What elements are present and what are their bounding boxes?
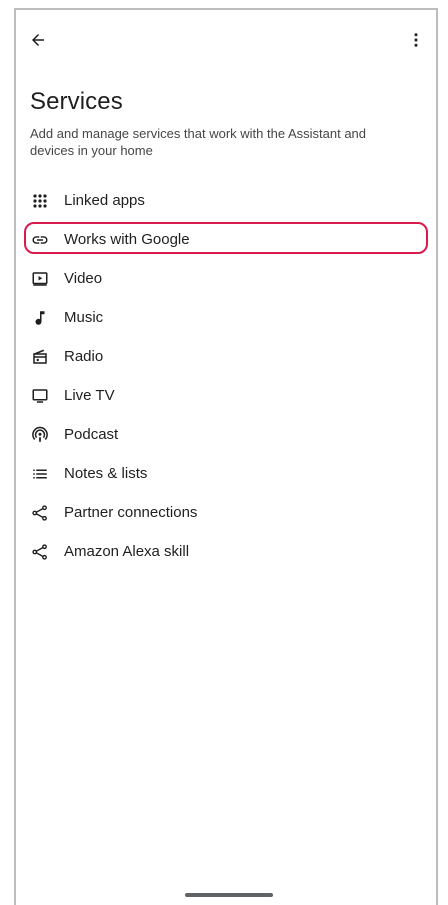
service-item-amazon-alexa-skill[interactable]: Amazon Alexa skill <box>16 532 436 571</box>
service-item-works-with-google[interactable]: Works with Google <box>16 220 436 259</box>
service-item-label: Podcast <box>64 426 119 443</box>
radio-icon <box>30 347 50 367</box>
screen: Services Add and manage services that wo… <box>16 10 436 905</box>
back-button[interactable] <box>18 22 58 62</box>
page-subtitle: Add and manage services that work with t… <box>30 126 367 158</box>
link-icon <box>30 230 50 250</box>
service-item-label: Radio <box>64 348 104 365</box>
podcast-icon <box>30 425 50 445</box>
service-item-label: Partner connections <box>64 504 198 521</box>
service-item-label: Video <box>64 270 103 287</box>
service-item-label: Amazon Alexa skill <box>64 543 190 560</box>
top-app-bar <box>16 10 436 74</box>
service-item-radio[interactable]: Radio <box>16 337 436 376</box>
video-icon <box>30 269 50 289</box>
service-item-video[interactable]: Video <box>16 259 436 298</box>
service-item-live-tv[interactable]: Live TV <box>16 376 436 415</box>
tv-icon <box>30 386 50 406</box>
device-frame: Services Add and manage services that wo… <box>0 0 448 905</box>
share-icon <box>30 503 50 523</box>
service-item-podcast[interactable]: Podcast <box>16 415 436 454</box>
more-options-button[interactable] <box>396 22 436 62</box>
music-note-icon <box>30 308 50 328</box>
service-item-linked-apps[interactable]: Linked apps <box>16 181 436 220</box>
service-item-label: Linked apps <box>64 192 145 209</box>
service-item-music[interactable]: Music <box>16 298 436 337</box>
services-list: Linked apps Works with Google Video Musi… <box>16 181 436 571</box>
page-title: Services <box>30 88 123 115</box>
share-icon <box>30 542 50 562</box>
service-item-label: Works with Google <box>64 231 190 248</box>
service-item-label: Live TV <box>64 387 115 404</box>
gesture-nav-bar[interactable] <box>185 893 273 897</box>
arrow-back-icon <box>29 31 47 54</box>
service-item-label: Music <box>64 309 104 326</box>
apps-grid-icon <box>30 191 50 211</box>
service-item-partner-connections[interactable]: Partner connections <box>16 493 436 532</box>
list-icon <box>30 464 50 484</box>
more-vert-icon <box>407 31 425 54</box>
service-item-label: Notes & lists <box>64 465 148 482</box>
service-item-notes-lists[interactable]: Notes & lists <box>16 454 436 493</box>
